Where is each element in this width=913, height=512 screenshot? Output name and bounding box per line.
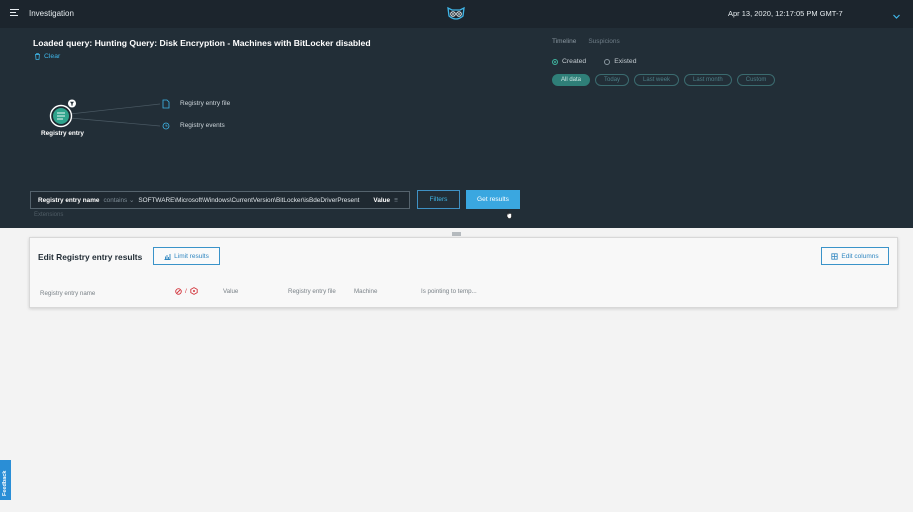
columns-icon: [831, 252, 838, 260]
value-field: Value: [373, 196, 391, 204]
range-all-data[interactable]: All data: [552, 74, 591, 86]
column-registry-entry-name[interactable]: Registry entry name: [40, 290, 95, 297]
radio-created[interactable]: Created: [552, 58, 586, 65]
value-operator[interactable]: ≡: [394, 197, 398, 204]
filter-field: Registry entry name: [38, 196, 100, 204]
timeline-tabs: Timeline Suspicions: [552, 38, 620, 47]
malop-icon: [175, 287, 182, 295]
graph-edge-events: [69, 117, 161, 127]
graph-edge-file: [69, 103, 161, 115]
tab-suspicions[interactable]: Suspicions: [588, 38, 619, 47]
feedback-label: Feedback: [2, 470, 8, 496]
column-value[interactable]: Value: [223, 288, 238, 295]
graph-node-registry-entry-file[interactable]: Registry entry file: [180, 100, 230, 107]
query-area: Loaded query: Hunting Query: Disk Encryp…: [0, 28, 913, 236]
edit-columns-button[interactable]: Edit columns: [821, 247, 889, 265]
range-today[interactable]: Today: [595, 74, 630, 86]
radio-existed-dot: [604, 58, 611, 65]
severity-separator: /: [185, 287, 187, 295]
graph-node-registry-events[interactable]: Registry events: [180, 122, 225, 129]
events-node-icon: [162, 122, 170, 130]
top-bar: Investigation Apr 13, 2020, 12:17:05 PM …: [0, 0, 913, 28]
results-title: Edit Registry entry results: [38, 252, 143, 262]
feedback-tab[interactable]: Feedback: [0, 460, 11, 500]
filter-value[interactable]: SOFTWARE\Microsoft\Windows\CurrentVersio…: [138, 197, 359, 204]
range-last-month[interactable]: Last month: [684, 74, 732, 86]
column-pointing-to-temp[interactable]: Is pointing to temp...: [421, 288, 477, 295]
column-machine[interactable]: Machine: [354, 288, 377, 295]
severity-column[interactable]: /: [175, 287, 198, 295]
filter-operator[interactable]: contains ⌄: [103, 196, 134, 204]
filter-input[interactable]: Registry entry name contains ⌄ SOFTWARE\…: [30, 191, 410, 209]
datetime: Apr 13, 2020, 12:17:05 PM GMT-7: [728, 9, 843, 18]
range-custom[interactable]: Custom: [736, 74, 776, 86]
column-registry-entry-file[interactable]: Registry entry file: [288, 288, 336, 295]
mouse-cursor-icon: [506, 206, 513, 224]
file-node-icon: [162, 99, 170, 109]
tab-timeline[interactable]: Timeline: [552, 38, 576, 47]
radio-existed-label: Existed: [614, 58, 637, 65]
query-graph: [49, 99, 170, 130]
time-range-pills: All data Today Last week Last month Cust…: [552, 74, 776, 86]
filter-subtext: Extensions: [34, 212, 64, 218]
timeline-mode: Created Existed: [552, 58, 636, 65]
owl-logo-icon[interactable]: [446, 6, 466, 26]
app-title: Investigation: [29, 9, 74, 18]
radio-existed[interactable]: Existed: [604, 58, 636, 65]
edit-columns-label: Edit columns: [841, 252, 879, 260]
graph-node-registry-entry[interactable]: Registry entry: [41, 130, 84, 137]
hamburger-icon[interactable]: [10, 9, 19, 17]
filters-button[interactable]: Filters: [417, 190, 460, 209]
range-last-week[interactable]: Last week: [634, 74, 680, 86]
chart-icon: [164, 253, 171, 260]
chevron-down-icon[interactable]: [892, 8, 901, 26]
results-panel: Edit Registry entry results Limit result…: [29, 237, 898, 308]
limit-results-button[interactable]: Limit results: [153, 247, 220, 265]
limit-results-label: Limit results: [174, 252, 209, 260]
radio-created-dot: [552, 58, 558, 65]
suspicion-icon: [190, 287, 198, 295]
radio-created-label: Created: [562, 58, 587, 65]
